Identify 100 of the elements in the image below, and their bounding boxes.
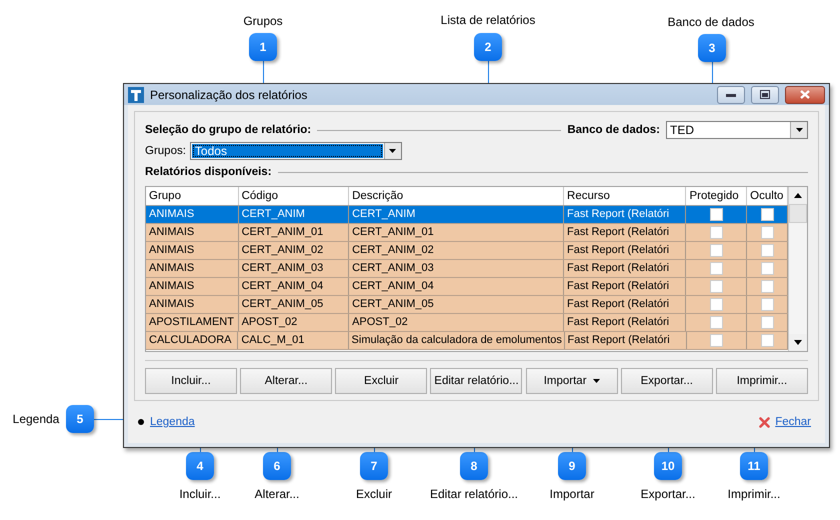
checkbox[interactable] [760,262,774,275]
callout-badge: 5 [66,405,94,433]
checkbox[interactable] [760,208,774,221]
dropdown-arrow-icon [389,149,396,153]
table-row[interactable]: ANIMAIS CERT_ANIM_02 CERT_ANIM_02 Fast Report (Relatóri [146,242,788,260]
table-cell: Simulação da calculadora de emolumentos [348,332,565,349]
table-cell: CERT_ANIM_04 [238,278,350,295]
checkbox[interactable] [710,244,723,257]
table-row[interactable]: ANIMAIS CERT_ANIM_01 CERT_ANIM_01 Fast Report (Relatóri [146,224,788,242]
checkbox[interactable] [710,316,723,329]
checkbox[interactable] [710,262,723,275]
callout-label: Incluir... [179,487,221,501]
table-cell: Fast Report (Relatóri [564,206,686,223]
callout-badge: 3 [698,34,726,62]
action-button[interactable]: Excluir [335,368,428,394]
close-button[interactable] [785,86,825,104]
callout-badge: 10 [654,452,682,480]
database-dropdown[interactable]: TED [666,121,808,139]
table-cell: CERT_ANIM_03 [349,260,564,277]
checkbox[interactable] [710,280,723,293]
table-cell: Fast Report (Relatóri [564,278,686,295]
checkbox[interactable] [760,316,774,329]
minimize-icon [726,92,736,96]
groups-label: Grupos: [145,145,186,157]
action-button[interactable]: Alterar... [240,368,332,394]
maximize-button[interactable] [751,86,779,104]
table-cell: CERT_ANIM_05 [349,296,564,313]
close-icon [759,416,770,428]
table-cell: ANIMAIS [146,206,239,223]
checkbox[interactable] [760,244,774,257]
table-cell: ANIMAIS [146,296,239,313]
table-cell: CERT_ANIM [349,206,564,223]
scroll-up-icon[interactable] [794,193,802,198]
callout-badge: 1 [249,33,277,61]
table-cell: ANIMAIS [146,224,239,241]
table-row[interactable]: ANIMAIS CERT_ANIM_03 CERT_ANIM_03 Fast Report (Relatóri [146,260,788,278]
column-header[interactable]: Código [238,187,350,205]
column-header[interactable]: Descrição [349,187,564,205]
table-cell: APOST_02 [238,314,350,331]
callout-badge: 11 [740,452,768,480]
scrollbar[interactable] [788,187,807,351]
checkbox[interactable] [710,208,723,221]
checkbox[interactable] [710,226,723,239]
table-row[interactable]: ANIMAIS CERT_ANIM_04 CERT_ANIM_04 Fast Report (Relatóri [146,278,788,296]
dropdown-arrow-icon [796,128,802,132]
checkbox[interactable] [710,298,723,311]
table-cell: CERT_ANIM_01 [238,224,350,241]
action-button[interactable]: Incluir... [145,368,237,394]
table-row[interactable]: ANIMAIS CERT_ANIM_05 CERT_ANIM_05 Fast Report (Relatóri [146,296,788,314]
action-button[interactable]: Imprimir... [716,368,808,394]
table-cell: Fast Report (Relatóri [564,242,686,259]
scroll-down-icon[interactable] [794,340,802,345]
callout-label: Editar relatório... [430,487,518,501]
table-cell: Fast Report (Relatóri [564,296,686,313]
legend-link[interactable]: Legenda [150,416,195,428]
bullet-icon [138,419,144,425]
callout-badge: 9 [558,452,586,480]
minimize-button[interactable] [717,86,745,104]
table-row[interactable]: APOSTILAMENT APOST_02 APOST_02 Fast Report (Relatóri [146,314,788,332]
column-header[interactable]: Protegido [686,187,748,205]
checkbox[interactable] [710,334,723,347]
checkbox[interactable] [760,280,774,293]
callout-badge: 6 [263,452,291,480]
window-title: Personalização dos relatórios [150,88,308,102]
callout-label: Imprimir... [728,487,780,501]
table-row[interactable]: ANIMAIS CERT_ANIM CERT_ANIM Fast Report (Relatóri [146,206,788,224]
table-cell: Fast Report (Relatóri [564,260,686,277]
callout-label: Banco de dados [668,15,754,29]
checkbox[interactable] [760,298,774,311]
callout-label: Excluir [356,487,392,501]
table-cell: ANIMAIS [146,242,239,259]
dropdown-button[interactable]: Importar [526,368,618,394]
table-cell: ANIMAIS [146,260,239,277]
table-row[interactable]: CALCULADORA CALC_M_01 Simulação da calculadora de emolumentos Fast Report (Relatóri [146,332,788,350]
callout-label: Grupos [243,14,283,28]
table-cell: CERT_ANIM_03 [238,260,350,277]
groups-dropdown[interactable]: Todos [190,142,402,160]
checkbox[interactable] [760,226,774,239]
database-label: Banco de dados: [567,124,660,136]
action-button[interactable]: Editar relatório... [430,368,522,394]
section-heading: Seleção do grupo de relatório: [145,124,312,136]
scrollbar-thumb[interactable] [789,204,807,223]
table-cell: CERT_ANIM_02 [238,242,350,259]
action-button[interactable]: Exportar... [620,368,713,394]
callout-label: Exportar... [640,487,696,501]
table-cell: CERT_ANIM_05 [238,296,350,313]
table-cell: CERT_ANIM_02 [349,242,564,259]
section-heading: Relatórios disponíveis: [145,166,272,178]
close-icon [800,90,810,99]
table-cell: CALCULADORA [146,332,238,349]
callout-label: Importar [550,487,594,501]
dropdown-arrow-icon [592,379,600,383]
column-header[interactable]: Grupo [146,187,239,205]
column-header[interactable]: Recurso [564,187,686,205]
close-link[interactable]: Fechar [775,416,811,428]
checkbox[interactable] [760,334,774,347]
app-icon [128,86,144,102]
table-cell: Fast Report (Relatóri [564,314,686,331]
callout-badge: 7 [360,452,388,480]
table-cell: Fast Report (Relatóri [564,332,687,349]
